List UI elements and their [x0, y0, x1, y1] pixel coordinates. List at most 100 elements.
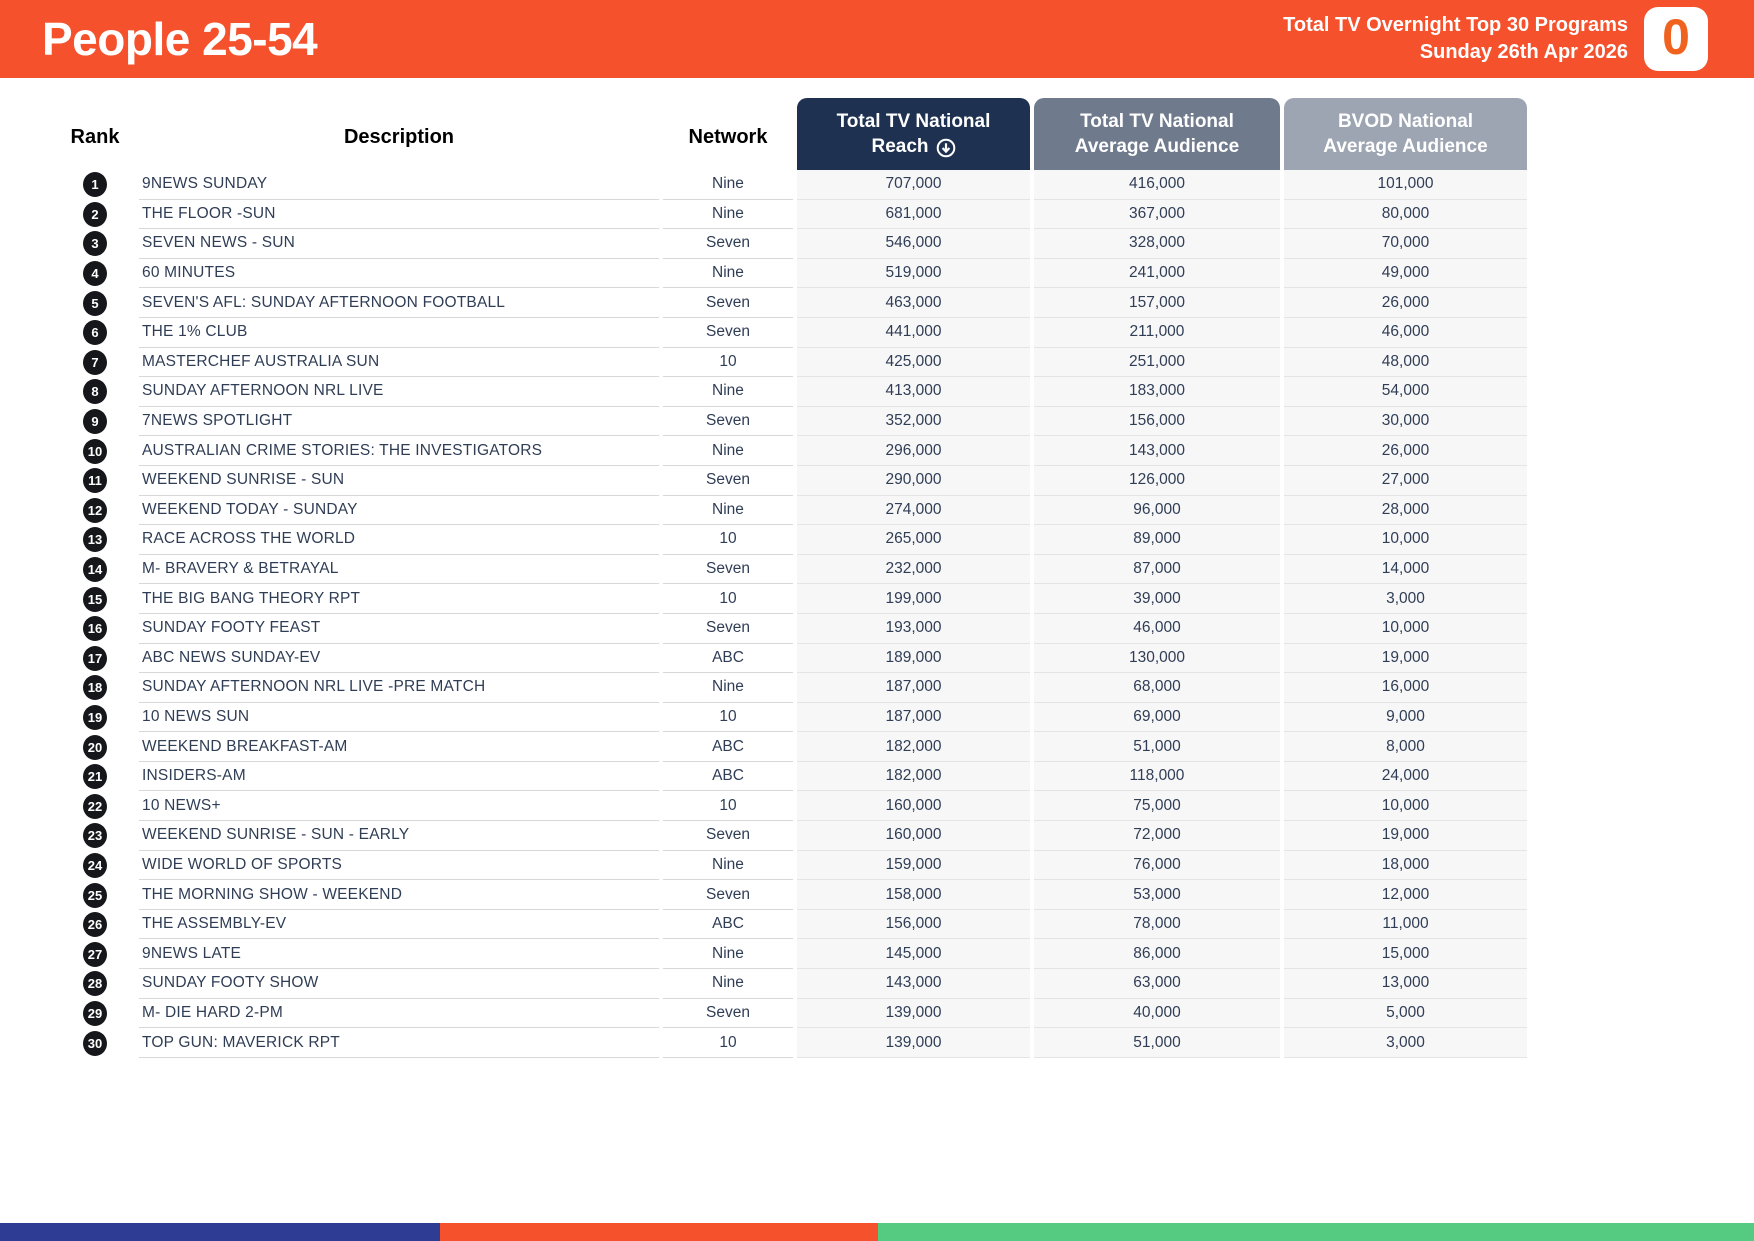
- table-header-row: Rank Description Network Total TV Nation…: [55, 78, 1527, 170]
- rank-column-header: Rank: [70, 125, 120, 148]
- table-row: 24 WIDE WORLD OF SPORTS Nine 159,000 76,…: [55, 850, 1527, 881]
- network-value: Seven: [663, 555, 793, 585]
- reach-value: 425,000: [797, 347, 1030, 378]
- oztam-logo: 0: [1644, 7, 1708, 71]
- avg-audience-value: 68,000: [1034, 673, 1280, 703]
- bvod-audience-value: 11,000: [1284, 909, 1527, 940]
- footer-segment-orange: [440, 1223, 878, 1241]
- avg-audience-value: 416,000: [1034, 170, 1280, 200]
- top-banner: People 25-54 Total TV Overnight Top 30 P…: [0, 0, 1754, 78]
- reach-value: 352,000: [797, 406, 1030, 437]
- avg-audience-value: 130,000: [1034, 643, 1280, 674]
- footer-color-bar: [0, 1223, 1754, 1241]
- rank-badge: 16: [83, 616, 107, 642]
- program-description: SUNDAY AFTERNOON NRL LIVE: [139, 377, 659, 407]
- reach-value: 546,000: [797, 229, 1030, 259]
- rank-cell: 4: [55, 259, 135, 289]
- rank-badge: 2: [83, 201, 107, 227]
- rank-cell: 10: [55, 436, 135, 466]
- network-value: Nine: [663, 939, 793, 970]
- rank-badge: 4: [83, 261, 107, 287]
- network-value: Seven: [663, 407, 793, 437]
- rank-badge: 24: [83, 852, 107, 878]
- rank-badge: 26: [83, 912, 107, 938]
- reach-value: 199,000: [797, 584, 1030, 614]
- table-row: 9 7NEWS SPOTLIGHT Seven 352,000 156,000 …: [55, 406, 1527, 437]
- reach-value: 143,000: [797, 969, 1030, 999]
- rank-cell: 23: [55, 821, 135, 851]
- program-description: WIDE WORLD OF SPORTS: [139, 851, 659, 881]
- bvod-audience-column-header[interactable]: BVOD National Average Audience: [1284, 98, 1527, 170]
- rank-cell: 13: [55, 525, 135, 555]
- table-row: 12 WEEKEND TODAY - SUNDAY Nine 274,000 9…: [55, 495, 1527, 526]
- reach-value: 145,000: [797, 939, 1030, 970]
- rank-cell: 3: [55, 229, 135, 259]
- table-row: 25 THE MORNING SHOW - WEEKEND Seven 158,…: [55, 880, 1527, 910]
- avg-audience-value: 241,000: [1034, 258, 1280, 289]
- table-row: 30 TOP GUN: MAVERICK RPT 10 139,000 51,0…: [55, 1028, 1527, 1058]
- program-description: 10 NEWS SUN: [139, 703, 659, 733]
- rank-badge: 3: [83, 231, 107, 257]
- rank-badge: 18: [83, 675, 107, 701]
- network-column-header: Network: [688, 125, 768, 148]
- bvod-audience-value: 10,000: [1284, 791, 1527, 822]
- program-description: WEEKEND SUNRISE - SUN - EARLY: [139, 821, 659, 851]
- rank-cell: 17: [55, 644, 135, 674]
- program-description: M- DIE HARD 2-PM: [139, 999, 659, 1029]
- table-row: 23 WEEKEND SUNRISE - SUN - EARLY Seven 1…: [55, 821, 1527, 851]
- network-value: Seven: [663, 999, 793, 1029]
- table-row: 13 RACE ACROSS THE WORLD 10 265,000 89,0…: [55, 525, 1527, 555]
- program-description: M- BRAVERY & BETRAYAL: [139, 555, 659, 585]
- table-row: 5 SEVEN'S AFL: SUNDAY AFTERNOON FOOTBALL…: [55, 288, 1527, 318]
- bvod-audience-value: 101,000: [1284, 170, 1527, 200]
- network-value: Seven: [663, 288, 793, 318]
- table-body: 1 9NEWS SUNDAY Nine 707,000 416,000 101,…: [55, 170, 1527, 1058]
- program-description: SUNDAY FOOTY SHOW: [139, 969, 659, 999]
- bvod-audience-value: 49,000: [1284, 258, 1527, 289]
- table-row: 4 60 MINUTES Nine 519,000 241,000 49,000: [55, 258, 1527, 289]
- rank-badge: 29: [83, 1000, 107, 1026]
- avg-audience-value: 367,000: [1034, 199, 1280, 230]
- network-value: Nine: [663, 200, 793, 230]
- network-value: Seven: [663, 318, 793, 348]
- bvod-audience-value: 10,000: [1284, 525, 1527, 555]
- network-value: Seven: [663, 229, 793, 259]
- reach-value: 519,000: [797, 258, 1030, 289]
- rank-cell: 2: [55, 200, 135, 230]
- table-row: 20 WEEKEND BREAKFAST-AM ABC 182,000 51,0…: [55, 732, 1527, 762]
- sort-descending-icon[interactable]: [936, 138, 956, 158]
- program-description: ABC NEWS SUNDAY-EV: [139, 644, 659, 674]
- bvod-audience-value: 30,000: [1284, 406, 1527, 437]
- report-name: Total TV Overnight Top 30 Programs: [1283, 14, 1628, 36]
- bvod-audience-value: 46,000: [1284, 317, 1527, 348]
- program-description: MASTERCHEF AUSTRALIA SUN: [139, 348, 659, 378]
- rank-cell: 9: [55, 407, 135, 437]
- avg-audience-column-header[interactable]: Total TV National Average Audience: [1034, 98, 1280, 170]
- table-row: 19 10 NEWS SUN 10 187,000 69,000 9,000: [55, 702, 1527, 733]
- table-row: 8 SUNDAY AFTERNOON NRL LIVE Nine 413,000…: [55, 377, 1527, 407]
- rank-cell: 28: [55, 969, 135, 999]
- avg-audience-value: 328,000: [1034, 229, 1280, 259]
- avg-audience-value: 53,000: [1034, 880, 1280, 910]
- rank-badge: 19: [83, 704, 107, 730]
- network-value: Nine: [663, 377, 793, 407]
- rank-cell: 21: [55, 762, 135, 792]
- bvod-audience-value: 27,000: [1284, 465, 1527, 496]
- network-value: Nine: [663, 170, 793, 200]
- program-description: SUNDAY AFTERNOON NRL LIVE -PRE MATCH: [139, 673, 659, 703]
- network-value: ABC: [663, 732, 793, 762]
- avg-audience-value: 51,000: [1034, 1028, 1280, 1058]
- reach-column-header[interactable]: Total TV National Reach: [797, 98, 1030, 170]
- table-row: 29 M- DIE HARD 2-PM Seven 139,000 40,000…: [55, 998, 1527, 1029]
- reach-value: 160,000: [797, 791, 1030, 822]
- bvod-audience-value: 28,000: [1284, 495, 1527, 526]
- report-meta: Total TV Overnight Top 30 Programs Sunda…: [1283, 12, 1628, 66]
- network-value: Nine: [663, 436, 793, 466]
- footer-segment-blue: [0, 1223, 440, 1241]
- rank-badge: 17: [83, 645, 107, 671]
- rank-cell: 1: [55, 170, 135, 200]
- program-description: SEVEN'S AFL: SUNDAY AFTERNOON FOOTBALL: [139, 288, 659, 318]
- reach-value: 156,000: [797, 909, 1030, 940]
- rank-cell: 16: [55, 614, 135, 644]
- reach-value: 189,000: [797, 643, 1030, 674]
